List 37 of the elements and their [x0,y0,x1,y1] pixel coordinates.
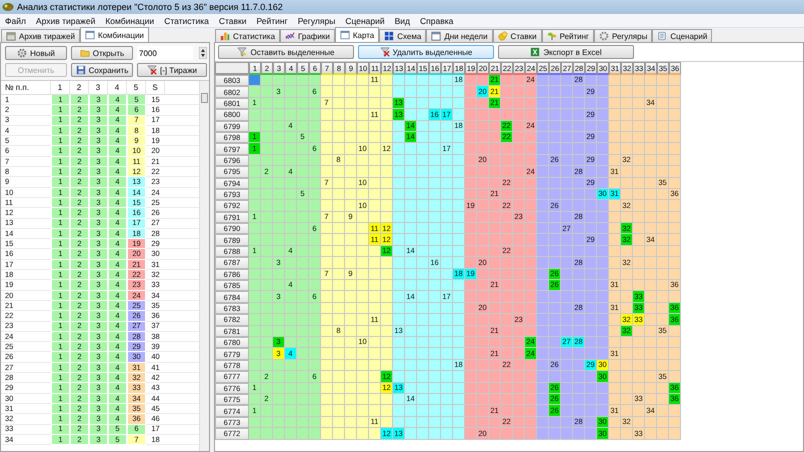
tab[interactable]: Дни недели [426,29,493,42]
number-field[interactable]: 7000 [137,46,193,60]
toolbar-button[interactable]: Новый [5,46,67,60]
tab[interactable]: Рейтинг [542,29,594,42]
column-header[interactable]: 3 [89,81,108,95]
tab[interactable]: Статистика [215,29,280,42]
column-header[interactable]: S [146,81,165,95]
menu-item[interactable]: Вид [390,16,415,26]
menu-item[interactable]: Регуляры [292,16,340,26]
menu-item[interactable]: Архив тиражей [30,16,100,26]
menu-item[interactable]: Файл [0,16,31,26]
tab[interactable]: Схема [379,29,426,42]
tab[interactable]: Ставки [492,29,542,42]
column-header[interactable]: 1 [51,81,70,95]
toolbar-button[interactable]: Оставить выделенные [218,45,354,59]
toolbar-button[interactable]: [-] Тиражи [137,63,207,77]
column-header[interactable]: 2 [70,81,89,95]
toolbar-button[interactable]: Удалить выделенные [358,45,494,59]
tab[interactable]: Архив тиражей [1,29,80,42]
menu-item[interactable]: Комбинации [100,16,160,26]
tab[interactable]: Сценарий [652,29,712,42]
menu-item[interactable]: Статистика [159,16,214,26]
toolbar-button[interactable]: Открыть [71,46,133,60]
tab[interactable]: Карта [334,27,380,42]
menu-item[interactable]: Сценарий [340,16,390,26]
tab[interactable]: Графики [280,29,335,42]
tab[interactable]: Комбинации [80,27,149,42]
toolbar-button[interactable]: Экспорт в Excel [498,45,634,59]
column-header[interactable]: № п.п. [1,81,51,95]
menu-item[interactable]: Справка [415,16,458,26]
toolbar-button[interactable]: Сохранить [71,63,133,77]
column-header[interactable]: 5 [127,81,146,95]
tab[interactable]: Регуляры [594,29,652,42]
window-title: Анализ статистики лотереи "Столото 5 из 36" версия 11.7.0.162 [17,2,283,12]
menu-item[interactable]: Рейтинг [252,16,293,26]
menu-item[interactable]: Ставки [214,16,252,26]
column-header[interactable]: 4 [108,81,127,95]
